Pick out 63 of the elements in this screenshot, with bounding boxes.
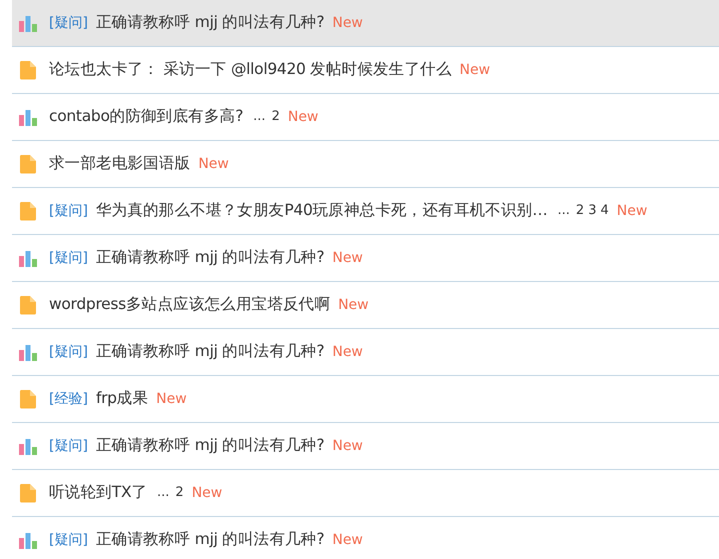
- bar-chart-icon: [18, 248, 38, 268]
- document-icon: [18, 154, 38, 174]
- thread-row[interactable]: 听说轮到TX了 ... 2 New: [12, 470, 719, 517]
- category-link[interactable]: [疑问]: [49, 248, 88, 268]
- category-link[interactable]: [疑问]: [49, 200, 88, 222]
- ellipsis: ...: [157, 484, 170, 502]
- thread-title-link[interactable]: 听说轮到TX了: [49, 481, 147, 505]
- new-label: New: [616, 202, 648, 220]
- thread-row[interactable]: [疑问] 正确请教称呼 mjj 的叫法有几种? New: [12, 423, 719, 470]
- thread-title-link[interactable]: frp成果: [96, 387, 148, 411]
- thread-row[interactable]: wordpress多站点应该怎么用宝塔反代啊 New: [12, 282, 719, 329]
- category-link[interactable]: [疑问]: [49, 436, 88, 456]
- new-label: New: [332, 530, 363, 550]
- page-link[interactable]: 3: [588, 201, 596, 221]
- thread-title-link[interactable]: 正确请教称呼 mjj 的叫法有几种?: [96, 434, 324, 458]
- category-link[interactable]: [经验]: [49, 388, 88, 410]
- page-link[interactable]: 2: [272, 107, 280, 127]
- new-label: New: [332, 342, 363, 362]
- page-link[interactable]: 4: [600, 201, 609, 221]
- category-link[interactable]: [疑问]: [49, 12, 88, 34]
- page-link[interactable]: 2: [576, 201, 584, 221]
- thread-row[interactable]: [疑问] 正确请教称呼 mjj 的叫法有几种? New: [12, 235, 719, 282]
- document-icon: [18, 483, 38, 503]
- document-icon: [18, 60, 38, 80]
- document-icon: [18, 295, 38, 315]
- bar-chart-icon: [18, 13, 38, 33]
- bar-chart-icon: [18, 530, 38, 550]
- bar-chart-icon: [18, 436, 38, 456]
- category-link[interactable]: [疑问]: [49, 342, 88, 362]
- thread-row[interactable]: [疑问] 正确请教称呼 mjj 的叫法有几种? New: [12, 329, 719, 376]
- new-label: New: [460, 60, 490, 80]
- bar-chart-icon: [18, 107, 38, 127]
- thread-row[interactable]: contabo的防御到底有多高? ... 2 New: [12, 94, 719, 141]
- bar-chart-icon: [18, 342, 38, 362]
- ellipsis: ...: [253, 108, 266, 126]
- thread-title-link[interactable]: 华为真的那么不堪？女朋友P40玩原神总卡死，还有耳机不识别…: [96, 199, 548, 223]
- new-label: New: [332, 14, 363, 32]
- category-link[interactable]: [疑问]: [49, 530, 88, 550]
- thread-title-link[interactable]: 正确请教称呼 mjj 的叫法有几种?: [96, 246, 324, 270]
- new-label: New: [192, 484, 222, 502]
- new-label: New: [332, 248, 363, 268]
- thread-title-link[interactable]: 论坛也太卡了： 采访一下 @llol9420 发帖时候发生了什么: [49, 58, 452, 82]
- new-label: New: [288, 108, 318, 126]
- thread-title-link[interactable]: 正确请教称呼 mjj 的叫法有几种?: [96, 11, 324, 35]
- document-icon: [18, 389, 38, 409]
- new-label: New: [198, 154, 229, 174]
- thread-title-link[interactable]: 正确请教称呼 mjj 的叫法有几种?: [96, 528, 324, 552]
- new-label: New: [338, 296, 369, 314]
- thread-row[interactable]: [疑问] 正确请教称呼 mjj 的叫法有几种? New: [12, 0, 719, 47]
- thread-row[interactable]: 论坛也太卡了： 采访一下 @llol9420 发帖时候发生了什么 New: [12, 47, 719, 94]
- thread-title-link[interactable]: 求一部老电影国语版: [49, 152, 190, 176]
- thread-title-link[interactable]: wordpress多站点应该怎么用宝塔反代啊: [49, 293, 330, 317]
- document-icon: [18, 201, 38, 221]
- ellipsis: ...: [558, 202, 570, 220]
- new-label: New: [332, 436, 363, 456]
- page-link[interactable]: 2: [175, 483, 184, 503]
- thread-title-link[interactable]: contabo的防御到底有多高?: [49, 105, 244, 129]
- thread-row[interactable]: [疑问] 正确请教称呼 mjj 的叫法有几种? New: [12, 517, 719, 559]
- thread-row[interactable]: 求一部老电影国语版 New: [12, 141, 719, 188]
- thread-row[interactable]: [经验] frp成果 New: [12, 376, 719, 423]
- new-label: New: [156, 390, 187, 408]
- thread-row[interactable]: [疑问] 华为真的那么不堪？女朋友P40玩原神总卡死，还有耳机不识别… ... 2 3 4 New: [12, 188, 719, 235]
- thread-title-link[interactable]: 正确请教称呼 mjj 的叫法有几种?: [96, 340, 324, 364]
